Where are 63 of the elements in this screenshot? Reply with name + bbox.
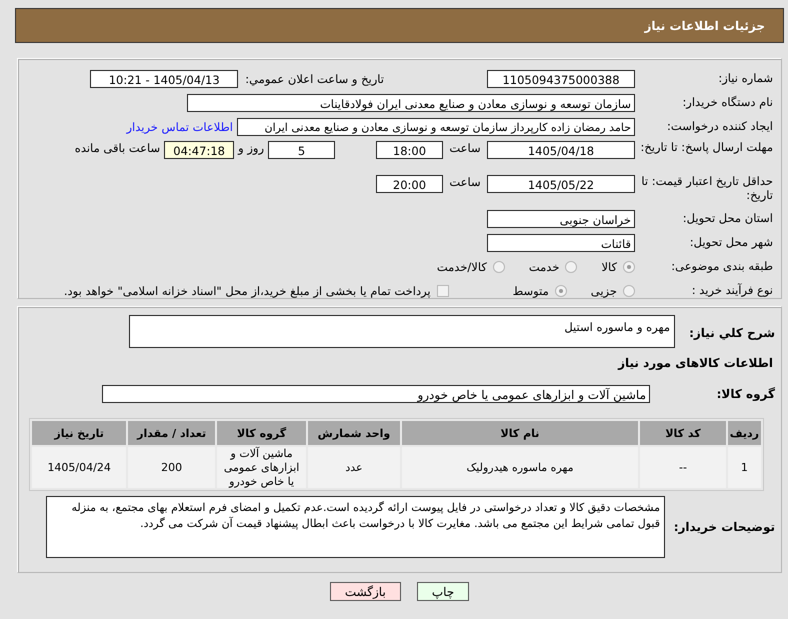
buyer-notes-field: مشخصات دقیق کالا و تعداد درخواستی در فایل پیوست ارائه گردیده است.عدم تکمیل و امضای فرم استعلام بهای مجتمع، به منزله قبول تمامی شرایط این مجتمع می باشد. مغایرت کالا با درخواست باعث ابطال پیشنهاد قیمت آن شرکت می گردد. (46, 496, 665, 558)
radio-button[interactable] (492, 261, 505, 273)
action-button[interactable]: بازگشت (330, 582, 401, 601)
field-label: ایجاد کننده درخواست: (666, 120, 774, 134)
action-button[interactable]: چاپ (416, 582, 470, 601)
field-label: توضیحات خریدار: (672, 520, 775, 534)
description-field: مهره و ماسوره استیل (129, 315, 675, 348)
column-header: واحد شمارش (308, 421, 400, 445)
field-label: شماره نیاز: (717, 72, 774, 86)
field-label: مهلت ارسال پاسخ: تا تاریخ: (639, 141, 774, 155)
field-label: نام دستگاه خریدار: (681, 96, 774, 110)
remaining-time-field: 04:47:18 (164, 141, 234, 159)
radio-button[interactable] (565, 261, 578, 273)
time-field: 18:00 (376, 141, 443, 159)
table-cell: 1 (728, 447, 761, 488)
column-header: گروه کالا (217, 421, 306, 445)
time-field: 20:00 (376, 175, 443, 193)
section-title: اطلاعات کالاهای مورد نیاز (616, 356, 773, 370)
column-header: ردیف (728, 421, 761, 445)
date-field: 1405/04/18 (487, 141, 635, 159)
field-label: نوع فرآیند خرید : (690, 284, 774, 298)
field-label: شهر محل تحویل: (688, 236, 774, 250)
radio-label: کالا (601, 260, 617, 274)
table-cell: عدد (308, 447, 400, 488)
field-label: تاریخ و ساعت اعلان عمومي: (245, 72, 384, 86)
city-field: قائنات (487, 234, 635, 252)
field-label: طبقه بندی موضوعی: (670, 260, 774, 274)
page-title: جزئیات اطلاعات نیاز (644, 18, 765, 32)
column-header: تاریخ نیاز (32, 421, 126, 445)
radio-button[interactable] (623, 285, 635, 297)
province-field: خراسان جنوبی (487, 210, 635, 228)
days-field: 5 (268, 141, 335, 159)
radio-button[interactable] (554, 285, 567, 297)
field-label: شرح کلي نياز: (688, 326, 775, 340)
column-header: تعداد / مقدار (128, 421, 216, 445)
goods-group-field: ماشین آلات و ابزارهای عمومی یا خاص خودرو (102, 385, 650, 403)
time-label: ساعت (448, 175, 482, 189)
radio-label: کالا/خدمت (436, 260, 487, 274)
table-cell: مهره ماسوره هیدرولیک (402, 447, 638, 488)
field-label: استان محل تحویل: (682, 212, 774, 226)
table-cell: 1405/04/24 (32, 447, 126, 488)
buyer-org-field: سازمان توسعه و نوسازی معادن و صنایع معدنی ایران فولادقاینات (187, 94, 635, 112)
days-label: روز و (238, 141, 264, 155)
column-header: نام کالا (402, 421, 638, 445)
announce-date-field: 1405/04/13 - 10:21 (90, 70, 238, 88)
time-label: ساعت (448, 141, 482, 155)
radio-button[interactable] (623, 261, 635, 273)
radio-label: خدمت (528, 260, 560, 274)
creator-field: حامد رمضان زاده کارپرداز سازمان توسعه و نوسازی معادن و صنایع معدنی ایران (237, 118, 635, 136)
table-cell: -- (640, 447, 726, 488)
checkbox-label: پرداخت تمام یا بخشی از مبلغ خرید،از محل "اسناد خزانه اسلامی" خواهد بود. (64, 284, 431, 298)
field-label: گروه کالا: (716, 387, 775, 401)
table-cell: ماشین آلات و ابزارهای عمومی یا خاص خودرو (217, 447, 306, 488)
date-field: 1405/05/22 (487, 175, 635, 193)
radio-label: متوسط (512, 284, 549, 298)
need-number-field: 1105094375000388 (487, 70, 635, 88)
table-cell: 200 (128, 447, 216, 488)
checkbox[interactable] (436, 285, 449, 297)
column-header: کد کالا (640, 421, 726, 445)
buyer-contact-link[interactable]: اطلاعات تماس خریدار (126, 120, 233, 134)
field-label: حداقل تاریخ اعتبار قیمت: تا تاریخ: (640, 175, 774, 203)
radio-label: جزیی (590, 284, 617, 298)
remaining-label: ساعت باقی مانده (74, 141, 160, 155)
